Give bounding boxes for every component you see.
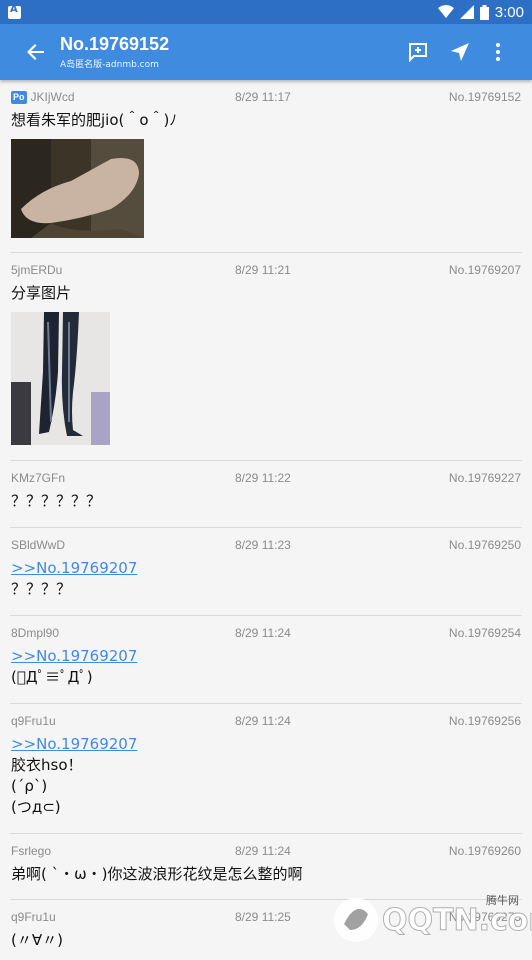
status-bar: 3:00: [0, 0, 532, 24]
list-item[interactable]: q9Fru1u 8/29 11:24 No.19769256 >>No.1976…: [10, 704, 522, 834]
user-id: Fsrlego: [11, 844, 235, 858]
user-id: 5jmERDu: [11, 263, 235, 277]
post-date: 8/29 11:17: [235, 90, 395, 104]
post-image[interactable]: [11, 312, 110, 445]
user-id: q9Fru1u: [11, 910, 235, 924]
post-content: 分享图片: [11, 283, 521, 304]
post-content-line: (つд⊂): [11, 797, 521, 818]
post-number: No.19769250: [449, 538, 521, 552]
post-number: No.19769152: [449, 90, 521, 104]
post-date: 8/29 11:24: [235, 844, 395, 858]
navigation-arrow-icon: [450, 42, 470, 62]
add-comment-icon: [408, 42, 428, 62]
list-item[interactable]: KMz7GFn 8/29 11:22 No.19769227 ？？？？？？: [10, 461, 522, 528]
post-number: No.19769207: [449, 263, 521, 277]
list-item[interactable]: 8Dmpl90 8/29 11:24 No.19769254 >>No.1976…: [10, 616, 522, 704]
post-content-line: (´ρ`): [11, 776, 521, 797]
user-id: SBldWwD: [11, 538, 235, 552]
post-content-line: 胶衣hso！: [11, 755, 521, 776]
reply-button[interactable]: [404, 38, 432, 66]
po-badge: Po: [11, 91, 27, 104]
more-vert-icon: [495, 42, 501, 62]
battery-icon: [480, 5, 489, 20]
post-number: No.19769227: [449, 471, 521, 485]
app-notification-icon: [8, 6, 21, 19]
quote-link[interactable]: >>No.19769207: [11, 734, 521, 755]
post-image[interactable]: [11, 139, 144, 238]
wifi-icon: [438, 5, 454, 19]
user-id: 8Dmpl90: [11, 626, 235, 640]
post-number: No.19769256: [449, 714, 521, 728]
site-watermark: QQTN.com 腾牛网: [322, 890, 532, 946]
post-number: No.19769260: [449, 844, 521, 858]
post-date: 8/29 11:23: [235, 538, 395, 552]
post-date: 8/29 11:21: [235, 263, 395, 277]
watermark-label: 腾牛网: [486, 893, 519, 907]
post-content: 弟啊( `・ω・)你这波浪形花纹是怎么整的啊: [11, 864, 521, 885]
jump-button[interactable]: [446, 38, 474, 66]
watermark-text: QQTN.com: [382, 903, 532, 938]
list-item[interactable]: Po JKIjWcd 8/29 11:17 No.19769152 想看朱军的肥j…: [10, 80, 522, 253]
post-date: 8/29 11:22: [235, 471, 395, 485]
app-toolbar: No.19769152 A岛匿名版-adnmb.com: [0, 24, 532, 80]
back-button[interactable]: [22, 38, 50, 66]
more-options-button[interactable]: [484, 38, 512, 66]
page-subtitle: A岛匿名版-adnmb.com: [60, 57, 159, 70]
clock: 3:00: [495, 4, 524, 21]
post-date: 8/29 11:24: [235, 626, 395, 640]
user-id: q9Fru1u: [11, 714, 235, 728]
page-title: No.19769152: [60, 34, 169, 55]
quote-link[interactable]: >>No.19769207: [11, 646, 521, 667]
post-number: No.19769254: [449, 626, 521, 640]
signal-icon: [460, 5, 474, 19]
post-content: 想看朱军的肥jio(＾o＾)ﾉ: [11, 110, 521, 131]
user-id: KMz7GFn: [11, 471, 235, 485]
quote-link[interactable]: >>No.19769207: [11, 558, 521, 579]
list-item[interactable]: 5jmERDu 8/29 11:21 No.19769207 分享图片: [10, 253, 522, 461]
post-content: ？？？？？？: [11, 491, 521, 512]
reply-list: Po JKIjWcd 8/29 11:17 No.19769152 想看朱军的肥j…: [0, 80, 532, 960]
post-date: 8/29 11:24: [235, 714, 395, 728]
arrow-back-icon: [27, 43, 45, 61]
list-item[interactable]: SBldWwD 8/29 11:23 No.19769250 >>No.1976…: [10, 528, 522, 616]
post-content: ？？？？: [11, 579, 521, 600]
post-content: (ﾟДﾟ≡ﾟДﾟ): [11, 667, 521, 688]
user-id: JKIjWcd: [31, 90, 75, 104]
